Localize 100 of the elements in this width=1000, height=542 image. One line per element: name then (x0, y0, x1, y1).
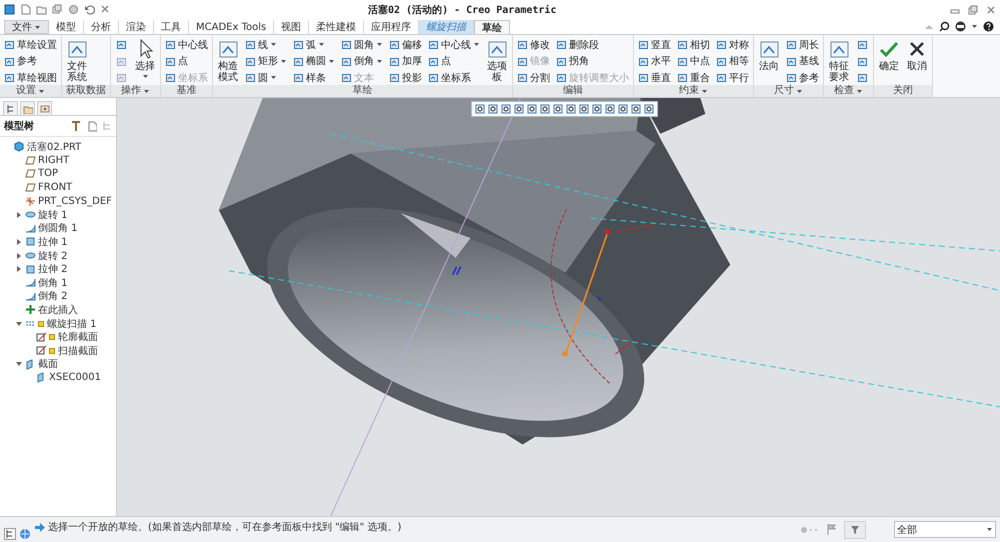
tree-item[interactable]: XSEC0001 (49, 372, 101, 384)
axis-icon[interactable] (579, 104, 589, 114)
ribbon-button[interactable]: 文件系统 (65, 37, 89, 84)
tree-item[interactable]: RIGHT (38, 154, 70, 166)
zoom-in-icon[interactable] (488, 104, 498, 114)
zoom-fit-icon[interactable] (475, 104, 485, 114)
ribbon-button[interactable]: 重合 (676, 70, 711, 85)
dimension-icon[interactable] (631, 104, 641, 114)
ribbon-tab[interactable]: 草绘 (474, 20, 510, 34)
point-icon[interactable] (592, 104, 602, 114)
filter-dropdown[interactable]: 全部 (894, 521, 996, 538)
tree-item[interactable]: 旋转 2 (38, 248, 68, 263)
ribbon-button[interactable]: 平行 (715, 70, 750, 85)
undo-icon[interactable] (84, 4, 95, 15)
help-icon[interactable] (983, 21, 994, 32)
ribbon-button[interactable]: 选择 (133, 37, 157, 81)
expand-arrow-icon[interactable] (16, 252, 22, 259)
ok-button[interactable]: 确定 (877, 37, 901, 73)
ribbon-button[interactable]: 构造模式 (216, 37, 240, 84)
new-file-icon[interactable] (20, 4, 31, 15)
ribbon-button[interactable]: 点 (427, 54, 481, 68)
csys-icon[interactable] (605, 104, 615, 114)
display-icon[interactable] (540, 104, 550, 114)
circle-icon[interactable] (68, 4, 79, 15)
tree-item[interactable]: 拉伸 2 (38, 262, 68, 276)
ribbon-button[interactable]: 修改 (516, 37, 551, 52)
expand-arrow-icon[interactable] (16, 361, 22, 368)
ribbon-tab[interactable]: 视图 (274, 20, 310, 34)
sidebar-tab[interactable] (3, 101, 18, 115)
ribbon-button[interactable]: 相等 (715, 54, 750, 68)
section-icon[interactable] (618, 104, 628, 114)
ribbon-button[interactable]: 对称 (715, 37, 750, 52)
ribbon-tab[interactable]: 模型 (49, 20, 84, 34)
expand-arrow-icon[interactable] (16, 238, 22, 245)
ribbon-button[interactable]: 参考 (785, 70, 820, 85)
tool-icon[interactable] (116, 39, 127, 50)
group-menu-button[interactable]: 尺寸 (754, 85, 823, 97)
ribbon-button[interactable]: 点 (164, 54, 209, 68)
ribbon-button[interactable]: 相切 (676, 37, 711, 52)
expand-arrow-icon[interactable] (16, 320, 22, 327)
tree-item[interactable]: 倒圆角 1 (38, 221, 78, 236)
sketch-drawing[interactable] (550, 208, 656, 384)
ribbon-tab[interactable]: MCADEx Tools (189, 20, 274, 34)
ribbon-button[interactable]: 加厚 (388, 54, 423, 68)
tree-item[interactable]: TOP (38, 168, 58, 180)
plane-icon[interactable] (566, 104, 576, 114)
slider-dots-icon[interactable] (801, 526, 819, 534)
ribbon-button[interactable]: 参考 (3, 54, 58, 68)
tree-item[interactable]: PRT_CSYS_DEF (38, 196, 112, 207)
close-window-icon[interactable] (100, 4, 111, 15)
ribbon-button[interactable]: 竖直 (637, 37, 672, 52)
ribbon-button[interactable]: 弧 (292, 37, 336, 52)
constraint-icon[interactable] (644, 104, 654, 114)
tree-item[interactable]: 截面 (38, 357, 58, 372)
ribbon-button[interactable]: 删除段 (555, 37, 630, 52)
restore-icon[interactable] (968, 4, 978, 14)
tool-icon[interactable] (857, 72, 868, 83)
ribbon-button[interactable]: 法向 (757, 37, 781, 73)
tree-item[interactable]: 螺旋扫描 1 (47, 316, 97, 331)
ribbon-tab[interactable]: 文件 (4, 20, 49, 34)
3d-model-drawing[interactable] (218, 98, 730, 445)
tree-item[interactable]: 在此插入 (38, 302, 78, 317)
tree-item[interactable]: 扫描截面 (58, 344, 98, 358)
ribbon-button[interactable]: 矩形 (244, 54, 288, 68)
ribbon-button[interactable]: 倒角 (340, 54, 384, 68)
sidebar-tab[interactable] (20, 101, 35, 115)
cancel-button[interactable]: 取消 (905, 37, 929, 73)
tree-item[interactable]: 拉伸 1 (38, 234, 68, 249)
group-menu-button[interactable]: 检查 (824, 85, 873, 97)
tool-icon[interactable] (857, 39, 868, 50)
ribbon-button[interactable]: 草绘视图 (3, 70, 58, 85)
expand-arrow-icon[interactable] (16, 212, 22, 218)
tree-item[interactable]: 轮廓截面 (58, 330, 98, 344)
ribbon-button[interactable]: 中心线 (164, 37, 209, 52)
zoom-out-icon[interactable] (501, 104, 511, 114)
ribbon-button[interactable]: 中心线 (427, 37, 481, 52)
group-menu-button[interactable]: 设置 (0, 85, 61, 97)
ribbon-button[interactable]: 周长 (785, 37, 820, 52)
ribbon-button[interactable]: 垂直 (637, 70, 672, 85)
filter-button[interactable] (844, 520, 866, 538)
tree-item[interactable]: 倒角 2 (38, 289, 68, 304)
ribbon-button[interactable]: 草绘设置 (3, 37, 58, 52)
tree-item[interactable]: FRONT (38, 182, 72, 194)
cube-icon[interactable] (527, 104, 537, 114)
ribbon-button[interactable]: 圆 (244, 70, 288, 85)
open-folder-icon[interactable] (36, 4, 47, 15)
ribbon-button[interactable]: 椭圆 (292, 54, 336, 68)
tree-item[interactable]: 活塞02.PRT (27, 140, 82, 154)
sidebar-tab[interactable] (37, 101, 52, 115)
ribbon-button[interactable]: 分割 (516, 70, 551, 85)
ribbon-button[interactable]: 线 (244, 37, 288, 52)
search-icon[interactable] (939, 21, 950, 32)
expand-arrow-icon[interactable] (16, 266, 22, 272)
tree-toggle-icon[interactable] (4, 528, 16, 540)
tools-icon[interactable] (70, 120, 82, 132)
ribbon-button[interactable]: 选项板 (485, 37, 509, 84)
tree-item[interactable]: 旋转 1 (38, 208, 68, 222)
window-icon[interactable] (52, 4, 63, 15)
ribbon-button[interactable]: 偏移 (388, 37, 423, 52)
ribbon-button[interactable]: 水平 (637, 54, 672, 68)
